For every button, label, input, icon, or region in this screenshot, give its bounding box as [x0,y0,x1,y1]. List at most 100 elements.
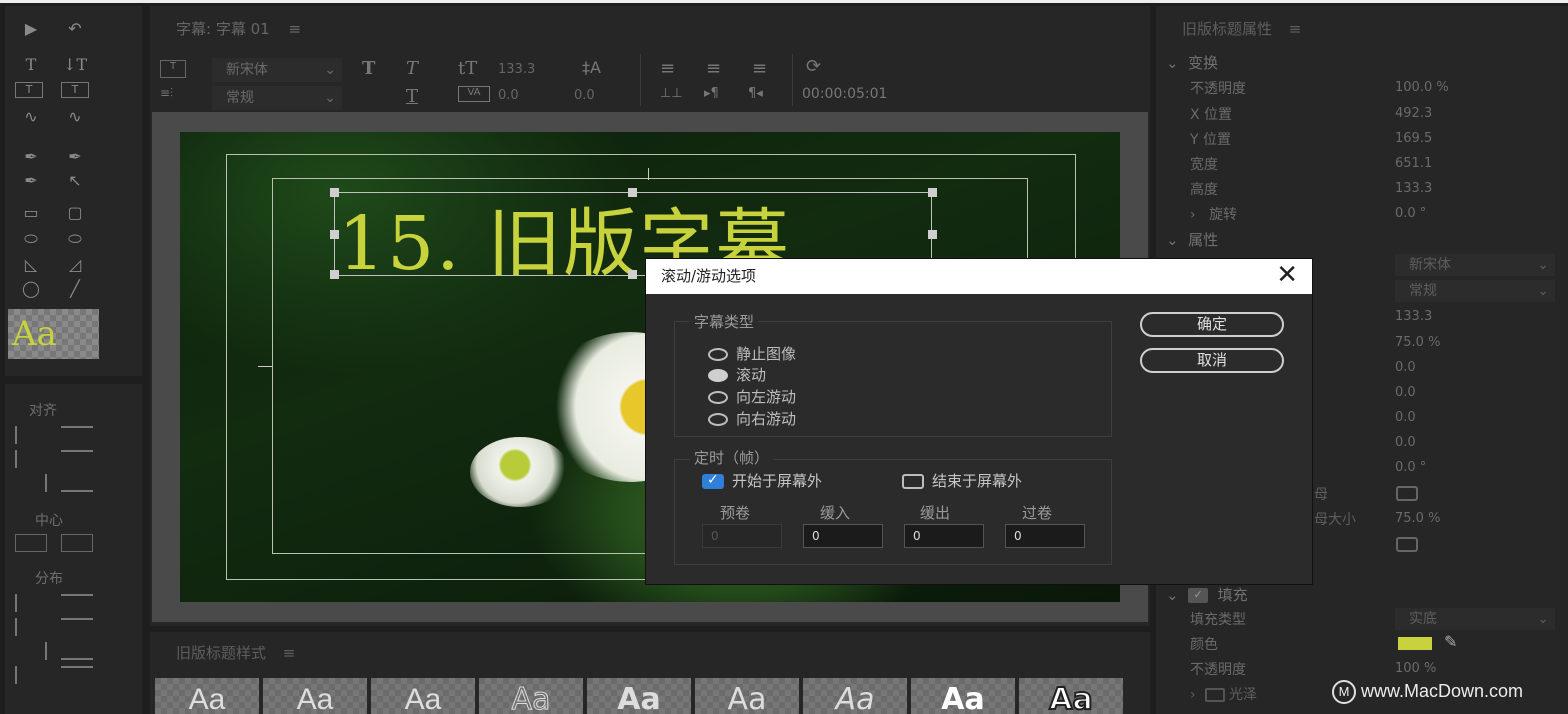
sheen-checkbox[interactable] [1204,688,1225,702]
distribute-left-icon[interactable] [15,594,47,612]
handle-bl[interactable] [330,270,339,279]
eyedropper-icon[interactable]: ✎ [1444,632,1457,651]
align-hcenter-icon[interactable] [15,450,47,468]
smallcaps-checkbox[interactable] [1396,486,1418,501]
style-sample[interactable]: Aa [911,678,1015,714]
smallcaps-size-value[interactable]: 75.0 % [1395,511,1440,526]
timecode[interactable]: 00:00:05:01 [802,86,887,102]
panel-menu-icon[interactable]: ≡ [288,20,301,38]
fill-color-swatch[interactable] [1398,637,1432,650]
radio-crawl-left[interactable]: 向左游动 [708,386,796,407]
path-type-tool-icon[interactable]: ∿ [17,106,45,128]
handle-tr[interactable] [928,188,937,197]
start-offscreen-checkbox[interactable]: 开始于屏幕外 [702,470,822,491]
align-left-text-icon[interactable]: ≡ [660,58,675,79]
prop-tracking-value[interactable]: 0.0 [1395,410,1416,425]
fill-checkbox[interactable]: ✓ [1188,588,1209,603]
postroll-input[interactable]: 0 [1005,524,1085,548]
prop-kerning-value[interactable]: 0.0 [1395,385,1416,400]
attributes-section[interactable]: ⌄ 属性 [1166,229,1218,250]
distribute-right-icon[interactable] [15,642,47,660]
pen-tool-icon[interactable]: ✒ [17,146,45,168]
prop-font-style-select[interactable]: 常规 ⌄ [1395,280,1555,302]
distribute-bottom-icon[interactable] [61,642,93,660]
style-sample[interactable]: Aa [263,678,367,714]
width-value[interactable]: 651.1 [1395,156,1432,171]
prop-font-family-select[interactable]: 新宋体 ⌄ [1395,254,1555,276]
line-tool-icon[interactable]: ╱ [61,278,89,300]
handle-bm[interactable] [628,270,637,279]
show-background-button[interactable]: T [160,60,186,78]
align-right-text-icon[interactable]: ≡ [752,58,767,79]
prop-aspect-value[interactable]: 75.0 % [1395,335,1440,350]
text-direction-ltr-icon[interactable]: ▸¶ [704,86,719,101]
handle-mr[interactable] [928,230,937,239]
undo-icon[interactable]: ↶ [61,18,89,40]
rounded-rectangle-tool-icon[interactable]: ▢ [61,202,89,224]
dialog-title-bar[interactable]: 滚动/游动选项 [646,259,1312,294]
style-sample[interactable]: Aa [479,678,583,714]
clipped-corner-tool-icon[interactable]: ⬭ [17,228,45,250]
distribute-hcenter-icon[interactable] [15,618,47,636]
center-horizontal-icon[interactable] [15,534,47,552]
align-right-icon[interactable] [15,474,47,492]
y-position-value[interactable]: 169.5 [1395,131,1432,146]
cancel-button[interactable]: 取消 [1140,348,1284,373]
underline-checkbox[interactable] [1396,537,1418,552]
transform-section[interactable]: ⌄ 变换 [1166,52,1218,73]
bold-icon[interactable]: T [362,58,375,79]
end-offscreen-checkbox[interactable]: 结束于屏幕外 [902,470,1022,491]
rectangle-tool-icon[interactable]: ▭ [17,202,45,224]
radio-crawl-right[interactable]: 向右游动 [708,408,796,429]
vertical-path-type-tool-icon[interactable]: ∿ [61,106,89,128]
distribute-even-h-icon[interactable] [15,666,47,684]
center-vertical-icon[interactable] [61,534,93,552]
rotation-row[interactable]: › 旋转 [1190,204,1237,224]
height-value[interactable]: 133.3 [1395,181,1432,196]
style-sample[interactable]: Aa [155,678,259,714]
sheen-row[interactable]: › 光泽 [1190,684,1257,704]
ellipse-tool-icon[interactable]: ◯ [17,278,45,300]
x-position-value[interactable]: 492.3 [1395,106,1432,121]
arc-tool-icon[interactable]: ◿ [61,254,89,276]
convert-anchor-tool-icon[interactable]: ↖ [61,170,89,192]
align-top-icon[interactable] [61,426,93,444]
selection-tool-icon[interactable]: ▶ [17,18,45,40]
add-anchor-tool-icon[interactable]: ✒ [17,170,45,192]
fill-opacity-value[interactable]: 100 % [1395,661,1436,676]
prop-leading-value[interactable]: 0.0 [1395,360,1416,375]
style-sample[interactable]: Aa [803,678,907,714]
wedge-tool-icon[interactable]: ◺ [17,254,45,276]
type-tool-icon[interactable]: T [17,54,45,76]
font-style-select[interactable]: 常规 ⌄ [212,86,342,110]
kerning-value[interactable]: 0.0 [498,88,519,103]
radio-still[interactable]: 静止图像 [708,343,796,364]
delete-anchor-tool-icon[interactable]: ✒ [61,146,89,168]
handle-tm[interactable] [628,188,637,197]
rotation-value[interactable]: 0.0 ° [1395,206,1426,221]
font-size-value[interactable]: 133.3 [498,62,535,77]
opacity-value[interactable]: 100.0 % [1395,80,1449,95]
align-vcenter-icon[interactable] [61,450,93,468]
style-sample[interactable]: Aa [587,678,691,714]
center-text-icon[interactable]: ≡ [706,58,721,79]
prop-baseline-value[interactable]: 0.0 [1395,435,1416,450]
align-bottom-icon[interactable] [61,474,93,492]
panel-menu-icon[interactable]: ≡ [1289,20,1302,38]
style-sample[interactable]: Aa [371,678,475,714]
style-sample[interactable]: Aa [1019,678,1123,714]
fill-type-select[interactable]: 实底 ⌄ [1395,608,1555,630]
title-tab[interactable]: 字幕: 字幕 01 ≡ [176,18,301,39]
ease-in-input[interactable]: 0 [803,524,883,548]
style-sample[interactable]: Aa [695,678,799,714]
handle-tl[interactable] [330,188,339,197]
text-direction-rtl-icon[interactable]: ¶◂ [748,86,763,101]
rounded-corner-tool-icon[interactable]: ⬭ [61,228,89,250]
ok-button[interactable]: 确定 [1140,312,1284,337]
fill-section[interactable]: ⌄ ✓ 填充 [1166,584,1248,605]
close-icon[interactable]: ✕ [1276,259,1298,292]
italic-icon[interactable]: T [406,58,418,79]
leading-value[interactable]: 0.0 [574,88,595,103]
area-type-tool-icon[interactable]: T [15,82,43,98]
font-family-select[interactable]: 新宋体 ⌄ [212,58,342,82]
